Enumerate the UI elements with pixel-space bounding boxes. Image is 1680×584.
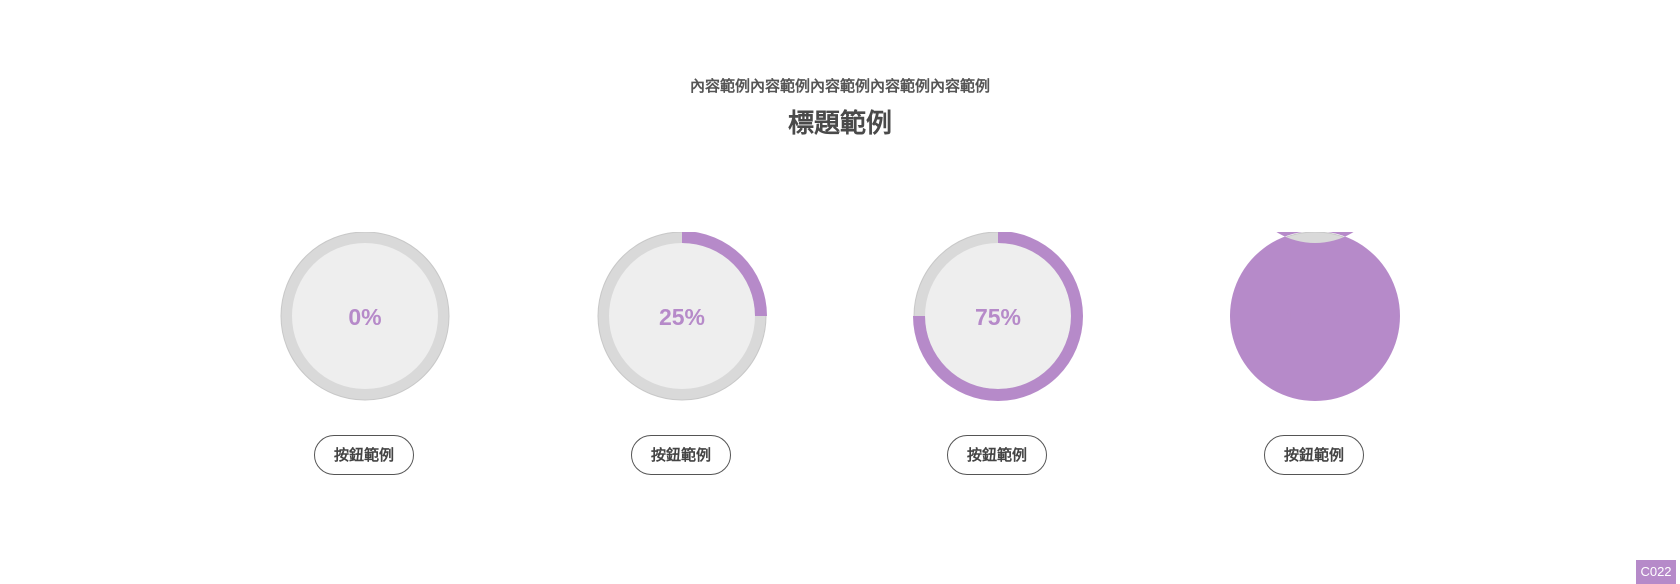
progress-ring: 75% (913, 232, 1083, 402)
page: 內容範例內容範例內容範例內容範例內容範例 標題範例 0% 按鈕範例 25% 按鈕… (0, 0, 1680, 584)
progress-percent-label: 100% (1285, 304, 1345, 330)
example-button[interactable]: 按鈕範例 (1264, 435, 1364, 475)
progress-ring: 0% (280, 232, 450, 402)
example-button[interactable]: 按鈕範例 (947, 435, 1047, 475)
progress-percent-label: 75% (974, 304, 1022, 330)
page-code-badge: C022 (1636, 560, 1676, 584)
progress-percent-label: 25% (658, 304, 706, 330)
example-button[interactable]: 按鈕範例 (314, 435, 414, 475)
page-subtitle: 內容範例內容範例內容範例內容範例內容範例 (689, 77, 990, 95)
progress-ring: 25% (597, 232, 767, 402)
header: 內容範例內容範例內容範例內容範例內容範例 標題範例 (0, 76, 1680, 140)
progress-card-3: 100% 按鈕範例 (1230, 232, 1400, 475)
progress-card-1: 25% 按鈕範例 (597, 232, 767, 475)
progress-percent-label: 0% (348, 304, 382, 330)
page-title: 標題範例 (787, 109, 892, 139)
example-button[interactable]: 按鈕範例 (631, 435, 731, 475)
progress-card-0: 0% 按鈕範例 (280, 232, 450, 475)
progress-card-2: 75% 按鈕範例 (913, 232, 1083, 475)
progress-ring: 100% (1230, 232, 1400, 402)
